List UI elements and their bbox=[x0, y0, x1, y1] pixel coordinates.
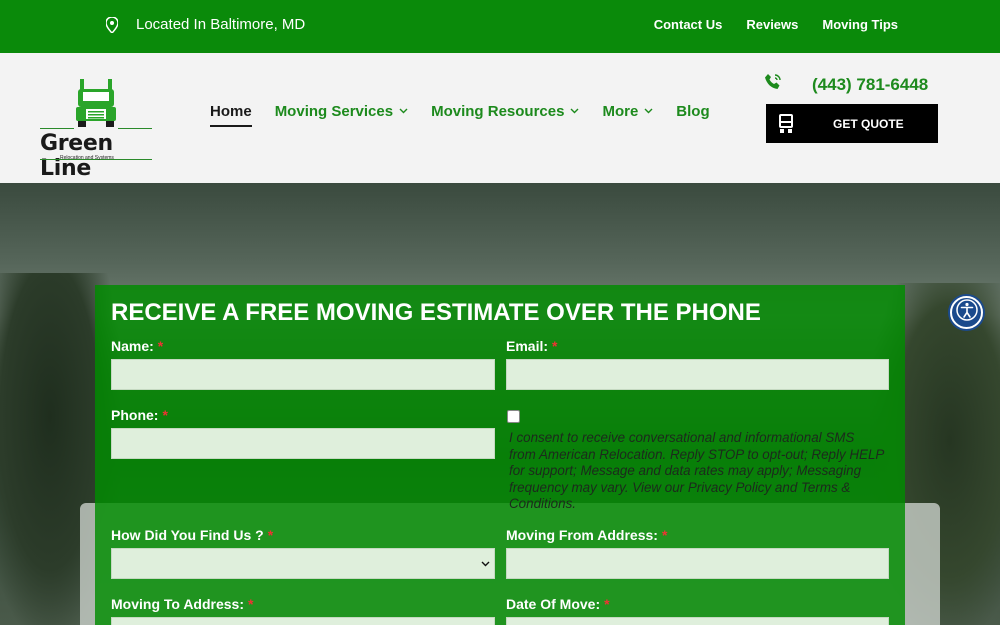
moving-to-field[interactable] bbox=[111, 617, 495, 625]
get-quote-button[interactable]: GET QUOTE bbox=[766, 104, 938, 143]
logo-tagline: Relocation and Systems bbox=[60, 155, 114, 161]
nav-moving-resources-label: Moving Resources bbox=[431, 103, 565, 120]
email-label-text: Email: bbox=[506, 338, 549, 354]
top-links: Contact Us Reviews Moving Tips bbox=[654, 17, 898, 32]
moving-tips-link[interactable]: Moving Tips bbox=[822, 17, 898, 32]
phone-label-text: Phone: bbox=[111, 407, 159, 423]
sms-consent-text: I consent to receive conversational and … bbox=[509, 430, 884, 511]
contact-us-link[interactable]: Contact Us bbox=[654, 17, 723, 32]
truck-icon bbox=[778, 114, 794, 137]
nav-blog-label: Blog bbox=[676, 103, 710, 120]
nav-more[interactable]: More bbox=[602, 103, 653, 120]
chevron-down-icon bbox=[644, 106, 653, 117]
nav-moving-services[interactable]: Moving Services bbox=[275, 103, 408, 120]
moving-from-label-text: Moving From Address: bbox=[506, 527, 658, 543]
name-field[interactable] bbox=[111, 359, 495, 390]
find-us-select[interactable] bbox=[111, 548, 495, 579]
phone-label: Phone: * bbox=[111, 407, 168, 423]
phone-number: (443) 781-6448 bbox=[812, 74, 929, 94]
logo-rule-right bbox=[118, 128, 152, 129]
nav-home-label: Home bbox=[210, 103, 252, 120]
phone-icon bbox=[764, 73, 782, 96]
email-label: Email: * bbox=[506, 338, 557, 354]
map-pin-icon bbox=[106, 16, 118, 33]
nav-home[interactable]: Home bbox=[210, 103, 252, 127]
required-mark: * bbox=[661, 527, 668, 543]
moving-to-label-text: Moving To Address: bbox=[111, 596, 244, 612]
nav-moving-resources[interactable]: Moving Resources bbox=[431, 103, 579, 120]
move-date-field[interactable] bbox=[506, 617, 889, 625]
form-title: RECEIVE A FREE MOVING ESTIMATE OVER THE … bbox=[111, 299, 761, 326]
get-quote-label: GET QUOTE bbox=[833, 117, 904, 131]
logo-rule-left bbox=[40, 128, 74, 129]
required-mark: * bbox=[162, 407, 168, 423]
required-mark: * bbox=[248, 596, 254, 612]
main-nav: Home Moving Services Moving Resources Mo… bbox=[210, 103, 733, 127]
location: Located In Baltimore, MD bbox=[106, 16, 305, 33]
find-us-label: How Did You Find Us ? * bbox=[111, 527, 273, 543]
required-mark: * bbox=[267, 527, 274, 543]
top-bar: Located In Baltimore, MD Contact Us Revi… bbox=[0, 0, 1000, 53]
move-date-label-text: Date Of Move: bbox=[506, 596, 601, 612]
name-label-text: Name: bbox=[111, 338, 154, 354]
move-date-label: Date Of Move: * bbox=[506, 596, 610, 612]
required-mark: * bbox=[604, 596, 610, 612]
location-text: Located In Baltimore, MD bbox=[136, 16, 306, 33]
nav-blog[interactable]: Blog bbox=[676, 103, 709, 120]
sms-consent-checkbox[interactable] bbox=[507, 410, 520, 423]
name-label: Name: * bbox=[111, 338, 163, 354]
reviews-link[interactable]: Reviews bbox=[746, 17, 798, 32]
moving-to-label: Moving To Address: * bbox=[111, 596, 253, 612]
moving-from-label: Moving From Address: * bbox=[506, 527, 667, 543]
find-us-label-text: How Did You Find Us ? bbox=[111, 527, 264, 543]
chevron-down-icon bbox=[570, 106, 579, 117]
chevron-down-icon bbox=[481, 558, 490, 570]
site-header: Green Line Relocation and Systems Home M… bbox=[0, 53, 1000, 183]
accessibility-button[interactable] bbox=[950, 296, 983, 329]
nav-moving-services-label: Moving Services bbox=[274, 103, 394, 120]
truck-logo-icon bbox=[76, 79, 116, 127]
email-field[interactable] bbox=[506, 359, 889, 390]
accessibility-icon bbox=[955, 299, 978, 326]
phone-field[interactable] bbox=[111, 428, 495, 459]
required-mark: * bbox=[157, 338, 164, 354]
logo[interactable]: Green Line Relocation and Systems bbox=[38, 79, 156, 181]
nav-more-label: More bbox=[602, 103, 639, 120]
chevron-down-icon bbox=[399, 106, 408, 117]
moving-from-field[interactable] bbox=[506, 548, 889, 579]
required-mark: * bbox=[552, 338, 558, 354]
phone-link[interactable]: (443) 781-6448 bbox=[764, 73, 928, 96]
